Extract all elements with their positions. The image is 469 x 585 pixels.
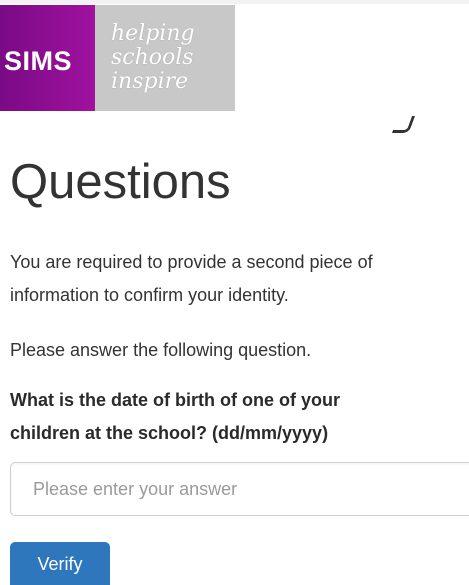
header-banner: SIMS helping schools inspire xyxy=(0,5,235,111)
tagline-logo: helping schools inspire xyxy=(95,5,235,111)
top-divider xyxy=(0,0,469,4)
tagline-line-3: inspire xyxy=(111,69,189,94)
sims-logo: SIMS xyxy=(0,5,95,111)
logo-text: SIMS xyxy=(4,45,73,76)
answer-input[interactable] xyxy=(10,462,469,516)
intro-text-line-1: You are required to provide a second pie… xyxy=(10,252,373,272)
question-line-2: children at the school? (dd/mm/yyyy) xyxy=(10,423,329,443)
verify-button[interactable]: Verify xyxy=(10,542,110,585)
tagline-line-2: schools xyxy=(111,45,194,70)
tagline-line-1: helping xyxy=(111,21,195,46)
instruction-text: Please answer the following question. xyxy=(10,340,312,360)
clipped-heading-glyph xyxy=(391,116,416,133)
question-line-1: What is the date of birth of one of your xyxy=(10,390,340,410)
intro-text-line-2: information to confirm your identity. xyxy=(10,285,289,305)
page-title: Questions xyxy=(10,155,231,209)
security-question-label: What is the date of birth of one of your… xyxy=(10,384,340,450)
